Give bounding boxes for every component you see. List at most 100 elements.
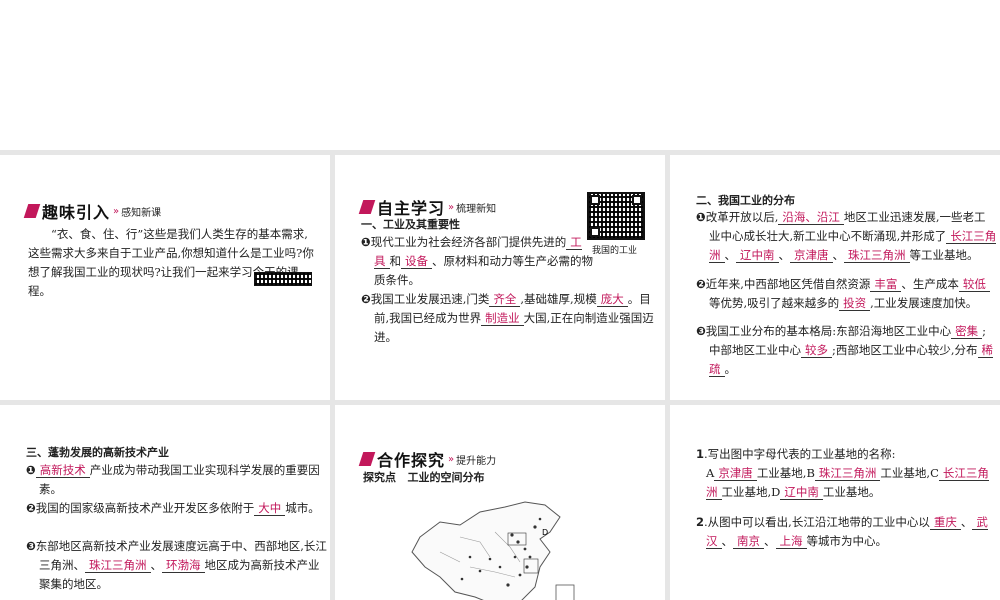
title-marker-icon — [358, 200, 376, 214]
item-text: 、 — [778, 248, 791, 262]
self-study-item-1: ❶现代工业为社会经济各部门提供先进的 工具和设备 、原材料和动力等生产必需的物质条件… — [361, 233, 596, 290]
inquiry-point-title: 工业的空间分布 — [407, 471, 485, 484]
answer-blank: 珠江三角洲 — [85, 558, 151, 573]
distribution-item-2: ❷近年来,中西部地区凭借自然资源 丰富 、生产成本 较低等优势,吸引了越来越多的 投资,… — [696, 275, 997, 313]
inquiry-point-label: 探究点 — [363, 471, 396, 484]
distribution-item-1: ❶改革开放以后, 沿海、沿江 地区工业迅速发展,一些老工业中心成长壮大,新工业中心不… — [696, 208, 997, 265]
answer-blank: 辽中南 — [736, 248, 779, 263]
item-text: 等优势,吸引了越来越多的 — [709, 296, 840, 310]
panel-industry-distribution: 二、我国工业的分布 ❶改革开放以后, 沿海、沿江 地区工业迅速发展,一些老工业中心成… — [670, 155, 1000, 400]
item-text: 。 — [724, 362, 737, 376]
inquiry-point: 探究点 工业的空间分布 — [363, 468, 485, 487]
answer-blank: 齐全 — [489, 292, 521, 307]
question-text: 工业基地,D — [721, 485, 781, 499]
item-text: ;西部地区工业中心较少,分布 — [832, 343, 978, 357]
question-text: 等城市为中心。 — [806, 534, 888, 548]
answer-blank: 庞大 — [596, 292, 628, 307]
intro-title: 趣味引入 — [42, 203, 111, 222]
item-text: 城市。 — [285, 501, 320, 515]
item-number: ❶ — [361, 235, 371, 249]
panel-cooperative-inquiry: 合作探究 » 提升能力 探究点 工业的空间分布 D — [335, 405, 665, 600]
item-number: ❷ — [26, 501, 36, 515]
self-study-item-2: ❷我国工业发展迅速,门类 齐全 ,基础雄厚,规模 庞大 。目前,我国已经成为世界 制造业大… — [361, 290, 664, 347]
panel-hightech: 三、蓬勃发展的高新技术产业 ❶ 高新技术 产业成为带动我国工业实现科学发展的重要因素… — [0, 405, 330, 600]
item-number: ❸ — [26, 539, 36, 553]
answer-blank: 京津唐 — [790, 248, 833, 263]
qr-code-icon — [254, 272, 312, 286]
hightech-item-1: ❶ 高新技术 产业成为带动我国工业实现科学发展的重要因素。 — [26, 461, 327, 499]
answer-blank: 较多 — [801, 343, 832, 358]
question-2: 2.从图中可以看出,长江沿江地带的工业中心以 重庆、武汉、南京、上海 等城市为中心。 — [696, 515, 988, 549]
question-text: 、 — [721, 534, 734, 548]
panel-intro: 趣味引入 » 感知新课 “衣、食、住、行”这些是我们人类生存的基本需求,这些需求… — [0, 155, 330, 400]
answer-blank: 投资 — [839, 296, 871, 311]
answer-blank: 沿海、沿江 — [778, 210, 844, 225]
item-text: 我国工业发展迅速,门类 — [370, 292, 490, 306]
answer-blank: 较低 — [958, 277, 990, 292]
item-text: 、 — [724, 248, 737, 262]
item-text: 我国的国家级高新技术产业开发区多依附于 — [35, 501, 255, 515]
item-text: 和 — [389, 254, 402, 268]
answer-blank: 制造业 — [481, 311, 524, 326]
item-text: 、生产成本 — [901, 277, 959, 291]
answer-blank: 高新技术 — [35, 463, 90, 478]
item-text: ,基础雄厚,规模 — [520, 292, 597, 306]
question-text: 、 — [764, 534, 776, 548]
china-map-image: D — [411, 501, 575, 600]
item-text: 近年来,中西部地区凭借自然资源 — [705, 277, 871, 291]
title-marker-icon — [358, 452, 376, 466]
distribution-item-3: ❸我国工业分布的基本格局:东部沿海地区工业中心 密集 ;中部地区工业中心 较多 ;西部地… — [696, 322, 997, 379]
question-text: 写出图中字母代表的工业基地的名称: — [707, 447, 896, 461]
item-text: ,工业发展速度加快。 — [870, 296, 978, 310]
answer-blank: 珠江三角洲 — [844, 248, 910, 263]
section-industry-importance: 一、工业及其重要性 — [361, 218, 460, 231]
intro-text: “衣、食、住、行”这些是我们人类生存的基本需求,这些需求大多来自于工业产品,你想… — [28, 227, 314, 298]
blank-slide-area — [0, 0, 1000, 150]
question-text: 工业基地,B — [756, 466, 815, 480]
item-text: 我国工业分布的基本格局:东部沿海地区工业中心 — [705, 324, 952, 338]
hightech-item-2: ❷我国的国家级高新技术产业开发区多依附于 大中 城市。 — [26, 499, 327, 518]
question-text: 工业基地,C — [880, 466, 939, 480]
hightech-item-3: ❸东部地区高新技术产业发展速度远高于中、西部地区,长江三角洲、 珠江三角洲、环渤海… — [26, 537, 327, 594]
answer-blank: 环渤海 — [162, 558, 205, 573]
item-text: 等工业基地。 — [909, 248, 979, 262]
question-number: 1 — [696, 447, 705, 461]
answer-blank: 南京 — [733, 534, 764, 549]
intro-header: 趣味引入 » 感知新课 — [23, 199, 162, 223]
panel-questions: 1.写出图中字母代表的工业基地的名称: A 京津唐 工业基地,B 珠江三角洲 工业基地,… — [670, 405, 1000, 600]
panel-self-study: 自主学习 » 梳理新知 我国的工业 一、工业及其重要性 ❶现代工业为社会经济各部… — [335, 155, 665, 400]
item-text: 、 — [832, 248, 845, 262]
question-number: 2 — [696, 515, 705, 529]
answer-blank: 丰富 — [870, 277, 902, 292]
title-marker-icon — [23, 204, 41, 218]
double-arrow-icon: » — [448, 201, 455, 213]
question-text: 、 — [960, 515, 973, 529]
item-text: 现代工业为社会经济各部门提供先进的 — [370, 235, 567, 249]
answer-blank: 重庆 — [929, 515, 961, 530]
section-hightech: 三、蓬勃发展的高新技术产业 — [26, 446, 169, 459]
question-1: 1.写出图中字母代表的工业基地的名称: A 京津唐 工业基地,B 珠江三角洲 工业基地,… — [696, 447, 989, 500]
double-arrow-icon: » — [448, 453, 455, 465]
item-text: 、 — [150, 558, 163, 572]
item-number: ❶ — [26, 463, 36, 477]
answer-blank: 京津唐 — [714, 466, 757, 481]
question-text: 工业基地。 — [822, 485, 881, 499]
inquiry-subtitle: 提升能力 — [456, 455, 497, 467]
map-label-d: D — [542, 528, 548, 537]
answer-blank: 密集 — [951, 324, 983, 339]
intro-subtitle: 感知新课 — [121, 207, 162, 219]
qr-caption: 我国的工业 — [592, 246, 638, 256]
self-study-subtitle: 梳理新知 — [456, 203, 497, 215]
answer-blank: 设备 — [401, 254, 432, 269]
answer-blank: 辽中南 — [780, 485, 823, 500]
double-arrow-icon: » — [113, 205, 120, 217]
answer-blank: 珠江三角洲 — [814, 466, 881, 481]
question-text: 从图中可以看出,长江沿江地带的工业中心以 — [707, 515, 930, 529]
answer-blank: 大中 — [254, 501, 286, 516]
item-text: 改革开放以后, — [705, 210, 779, 224]
item-number: ❶ — [696, 210, 706, 224]
item-number: ❸ — [696, 324, 706, 338]
item-number: ❷ — [696, 277, 706, 291]
answer-blank: 上海 — [775, 534, 807, 549]
item-number: ❷ — [361, 292, 371, 306]
